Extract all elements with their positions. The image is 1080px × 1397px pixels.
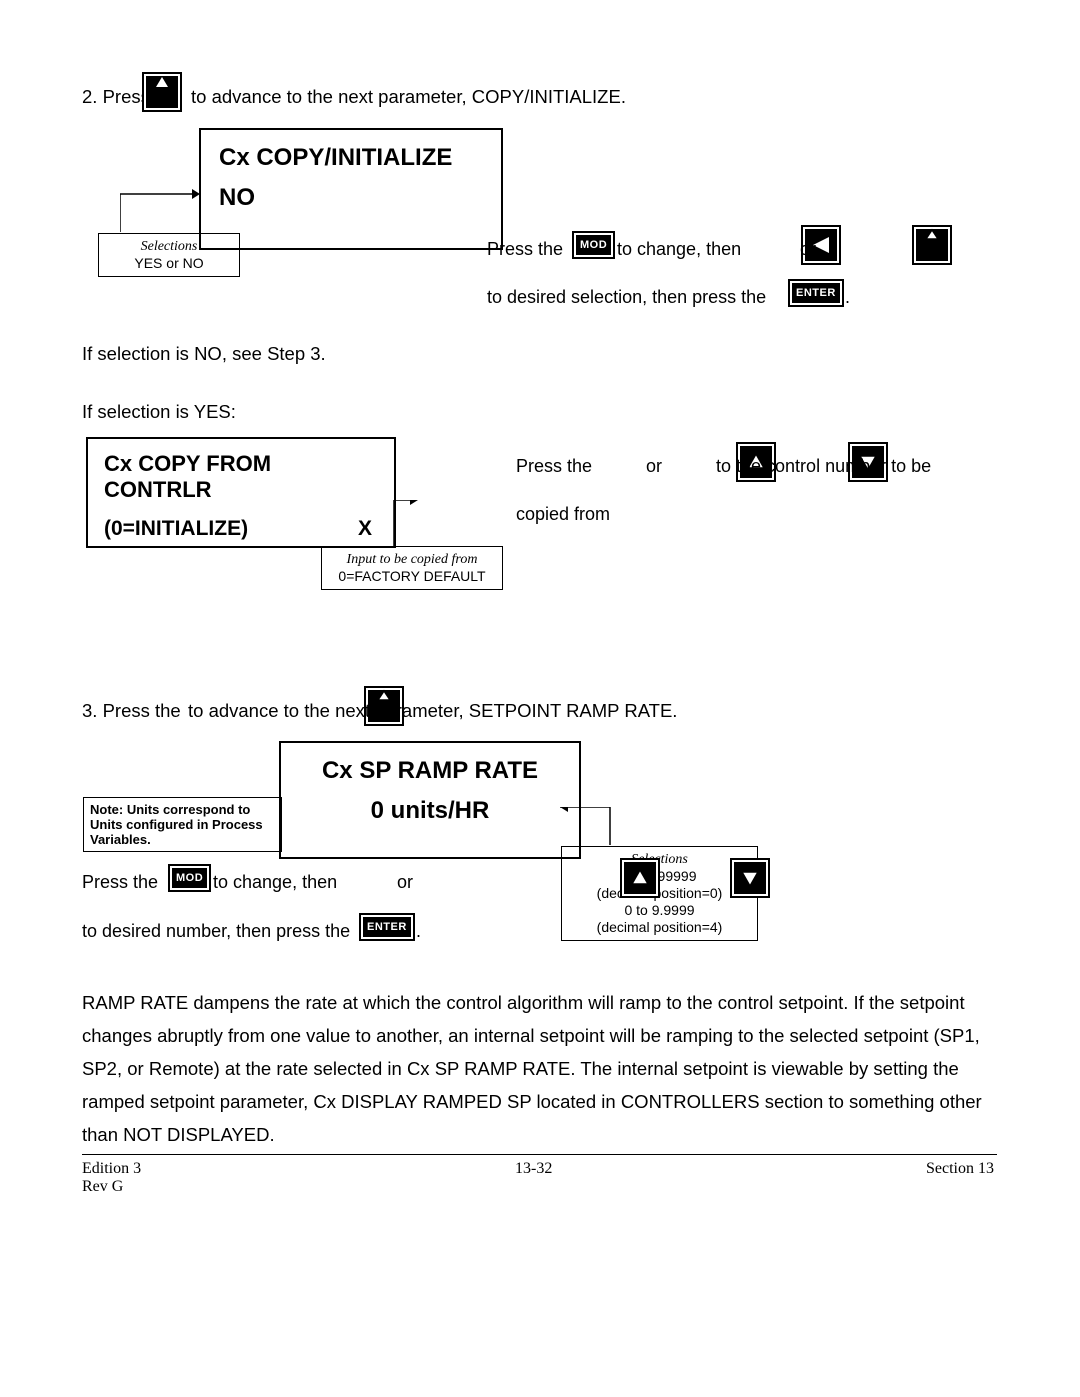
text: or xyxy=(800,239,816,260)
if-no-text: If selection is NO, see Step 3. xyxy=(82,343,326,365)
display-copy-initialize: Cx COPY/INITIALIZE NO xyxy=(199,128,503,250)
up-arrow-icon xyxy=(620,858,660,898)
text: to change, then xyxy=(617,239,741,260)
text: or xyxy=(397,872,413,893)
text: to the control number to be xyxy=(716,456,931,477)
connector-line xyxy=(120,162,200,234)
selections-callout: Selections YES or NO xyxy=(98,233,240,277)
input-callout: Input to be copied from 0=FACTORY DEFAUL… xyxy=(321,546,503,590)
display-copy-from: Cx COPY FROM CONTRLR (0=INITIALIZE) X xyxy=(86,437,396,548)
text: to desired selection, then press the xyxy=(487,287,766,308)
down-arrow-icon xyxy=(730,858,770,898)
display-title: Cx COPY FROM CONTRLR xyxy=(104,451,378,503)
text: or xyxy=(646,456,662,477)
text: Press the xyxy=(516,456,592,477)
display-title: Cx SP RAMP RATE xyxy=(299,757,561,785)
text: copied from xyxy=(516,504,610,525)
connector-line xyxy=(380,500,420,550)
scroll-icon xyxy=(142,72,182,112)
connector-line xyxy=(560,807,630,849)
step2-text-after: to advance to the next parameter, COPY/I… xyxy=(191,86,626,108)
footer-page-number: 13-32 xyxy=(515,1160,552,1178)
mod-button: MOD xyxy=(168,864,211,892)
manual-page: 2. Press the to advance to the next para… xyxy=(0,0,1080,1397)
display-title: Cx COPY/INITIALIZE xyxy=(219,144,483,172)
scroll-icon xyxy=(912,225,952,265)
if-yes-text: If selection is YES: xyxy=(82,401,236,423)
display-value: NO xyxy=(219,184,483,212)
text: to desired number, then press the xyxy=(82,921,350,942)
step3-text-before: 3. Press the xyxy=(82,700,181,722)
note-callout: Note: Units correspond to Units configur… xyxy=(83,797,282,852)
ramp-rate-paragraph: RAMP RATE dampens the rate at which the … xyxy=(82,986,1002,1151)
callout-heading: Selections xyxy=(109,238,229,255)
callout-heading: Input to be copied from xyxy=(332,551,492,568)
display-value: 0 units/HR xyxy=(299,797,561,825)
footer-rev: Rev G xyxy=(82,1178,123,1196)
mod-button: MOD xyxy=(572,231,615,259)
text: . xyxy=(416,921,421,942)
text: . xyxy=(845,287,850,308)
footer-rule xyxy=(82,1154,997,1155)
enter-button: ENTER xyxy=(788,279,844,307)
callout-body: 0=FACTORY DEFAULT xyxy=(332,568,492,585)
display-ramp-rate: Cx SP RAMP RATE 0 units/HR xyxy=(279,741,581,859)
callout-line: 0 to 9.9999 xyxy=(572,902,747,919)
display-sub-right: X xyxy=(358,517,378,541)
display-sub-left: (0=INITIALIZE) xyxy=(104,517,248,541)
text: to change, then xyxy=(213,872,337,893)
enter-button: ENTER xyxy=(359,913,415,941)
text: Press the xyxy=(487,239,563,260)
callout-body: YES or NO xyxy=(109,255,229,272)
footer-edition: Edition 3 xyxy=(82,1160,141,1178)
callout-line: (decimal position=4) xyxy=(572,919,747,936)
step3-text-after: to advance to the next parameter, SETPOI… xyxy=(188,700,677,722)
text: Press the xyxy=(82,872,158,893)
footer-section: Section 13 xyxy=(926,1160,994,1178)
